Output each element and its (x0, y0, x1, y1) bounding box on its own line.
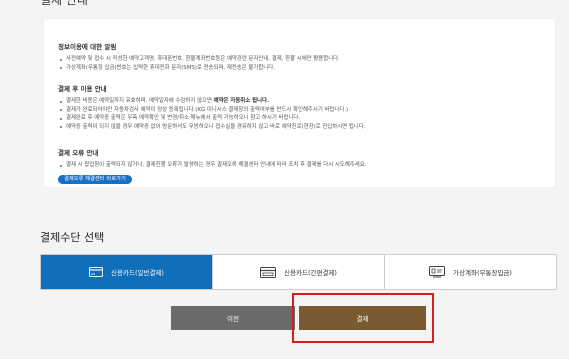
info-section-privacy: 정보이용에 대한 알림 사전예약 및 접수 시 작성한 예약고객명, 휴대폰번호… (58, 43, 547, 72)
tab-virtual-account[interactable]: 가상계좌(무통장입금) (385, 255, 556, 289)
credit-card-icon (89, 267, 104, 277)
info-item: 예약증 출력이 되지 않을 경우 예약증 없이 방문하셔도 무방하오니 접수실을… (58, 123, 547, 132)
info-item: 결제가 완료되어야만 자동차검사 예약이 정상 등록됩니다.(KG 이니시스 결… (58, 106, 547, 115)
pay-button-highlight (292, 293, 434, 343)
tab-credit-card-simple[interactable]: 신용카드(간편결제) (213, 255, 385, 289)
info-item: 결제한 비용은 예약일까지 유효하며, 예약일자에 수검하지 않으면 예약은 자… (58, 97, 547, 106)
bank-transfer-icon (429, 266, 446, 278)
tab-label: 신용카드(일반결제) (111, 269, 164, 277)
payment-info-box: 정보이용에 대한 알림 사전예약 및 접수 시 작성한 예약고객명, 휴대폰번호… (43, 18, 556, 188)
auto-cancel-notice: 예약은 자동취소 됩니다. (213, 98, 270, 104)
payment-method-heading: 결제수단 선택 (40, 231, 105, 244)
info-section-error: 결제 오류 안내 결제 시 팝업창이 출력되지 않거나, 결제진행 오류가 발생… (58, 149, 547, 170)
page-section-title: 결제 안내 (40, 0, 88, 7)
info-item: 결제 시 팝업창이 출력되지 않거나, 결제진행 오류가 발생하는 경우 결제오… (58, 161, 547, 170)
info-item: 결제완료 후 예약증 출력은 우측 예약확인 및 변경/취소 메뉴에서 출력 가… (58, 114, 547, 123)
info-section-after-payment: 결제 후 이용 안내 결제한 비용은 예약일까지 유효하며, 예약일자에 수검하… (58, 85, 547, 131)
tab-label: 신용카드(간편결제) (284, 269, 337, 277)
error-center-button[interactable]: 결제오류 해결센터 바로가기 (58, 175, 132, 184)
info-item: 가상계좌(무통장 입금)번호는 입력한 휴대전화 문자(SMS)로 전송되며, … (58, 64, 547, 73)
payment-method-tabs: 신용카드(일반결제) 신용카드(간편결제) 가상계좌(무통장입금) (40, 254, 557, 290)
info-section-title: 정보이용에 대한 알림 (58, 43, 117, 51)
info-item-text: 결제한 비용은 예약일까지 유효하며, 예약일자에 수검하지 않으면 예약은 자… (66, 98, 270, 104)
info-section-title: 결제 후 이용 안내 (58, 85, 107, 93)
tab-label: 가상계좌(무통장입금) (453, 269, 512, 277)
tab-credit-card-general[interactable]: 신용카드(일반결제) (41, 255, 213, 289)
card-reader-icon (260, 266, 277, 278)
info-item: 사전예약 및 접수 시 작성한 예약고객명, 휴대폰번호, 환불계좌번호등은 예… (58, 55, 547, 64)
prev-button[interactable]: 이전 (171, 306, 295, 330)
info-section-title: 결제 오류 안내 (58, 149, 99, 157)
